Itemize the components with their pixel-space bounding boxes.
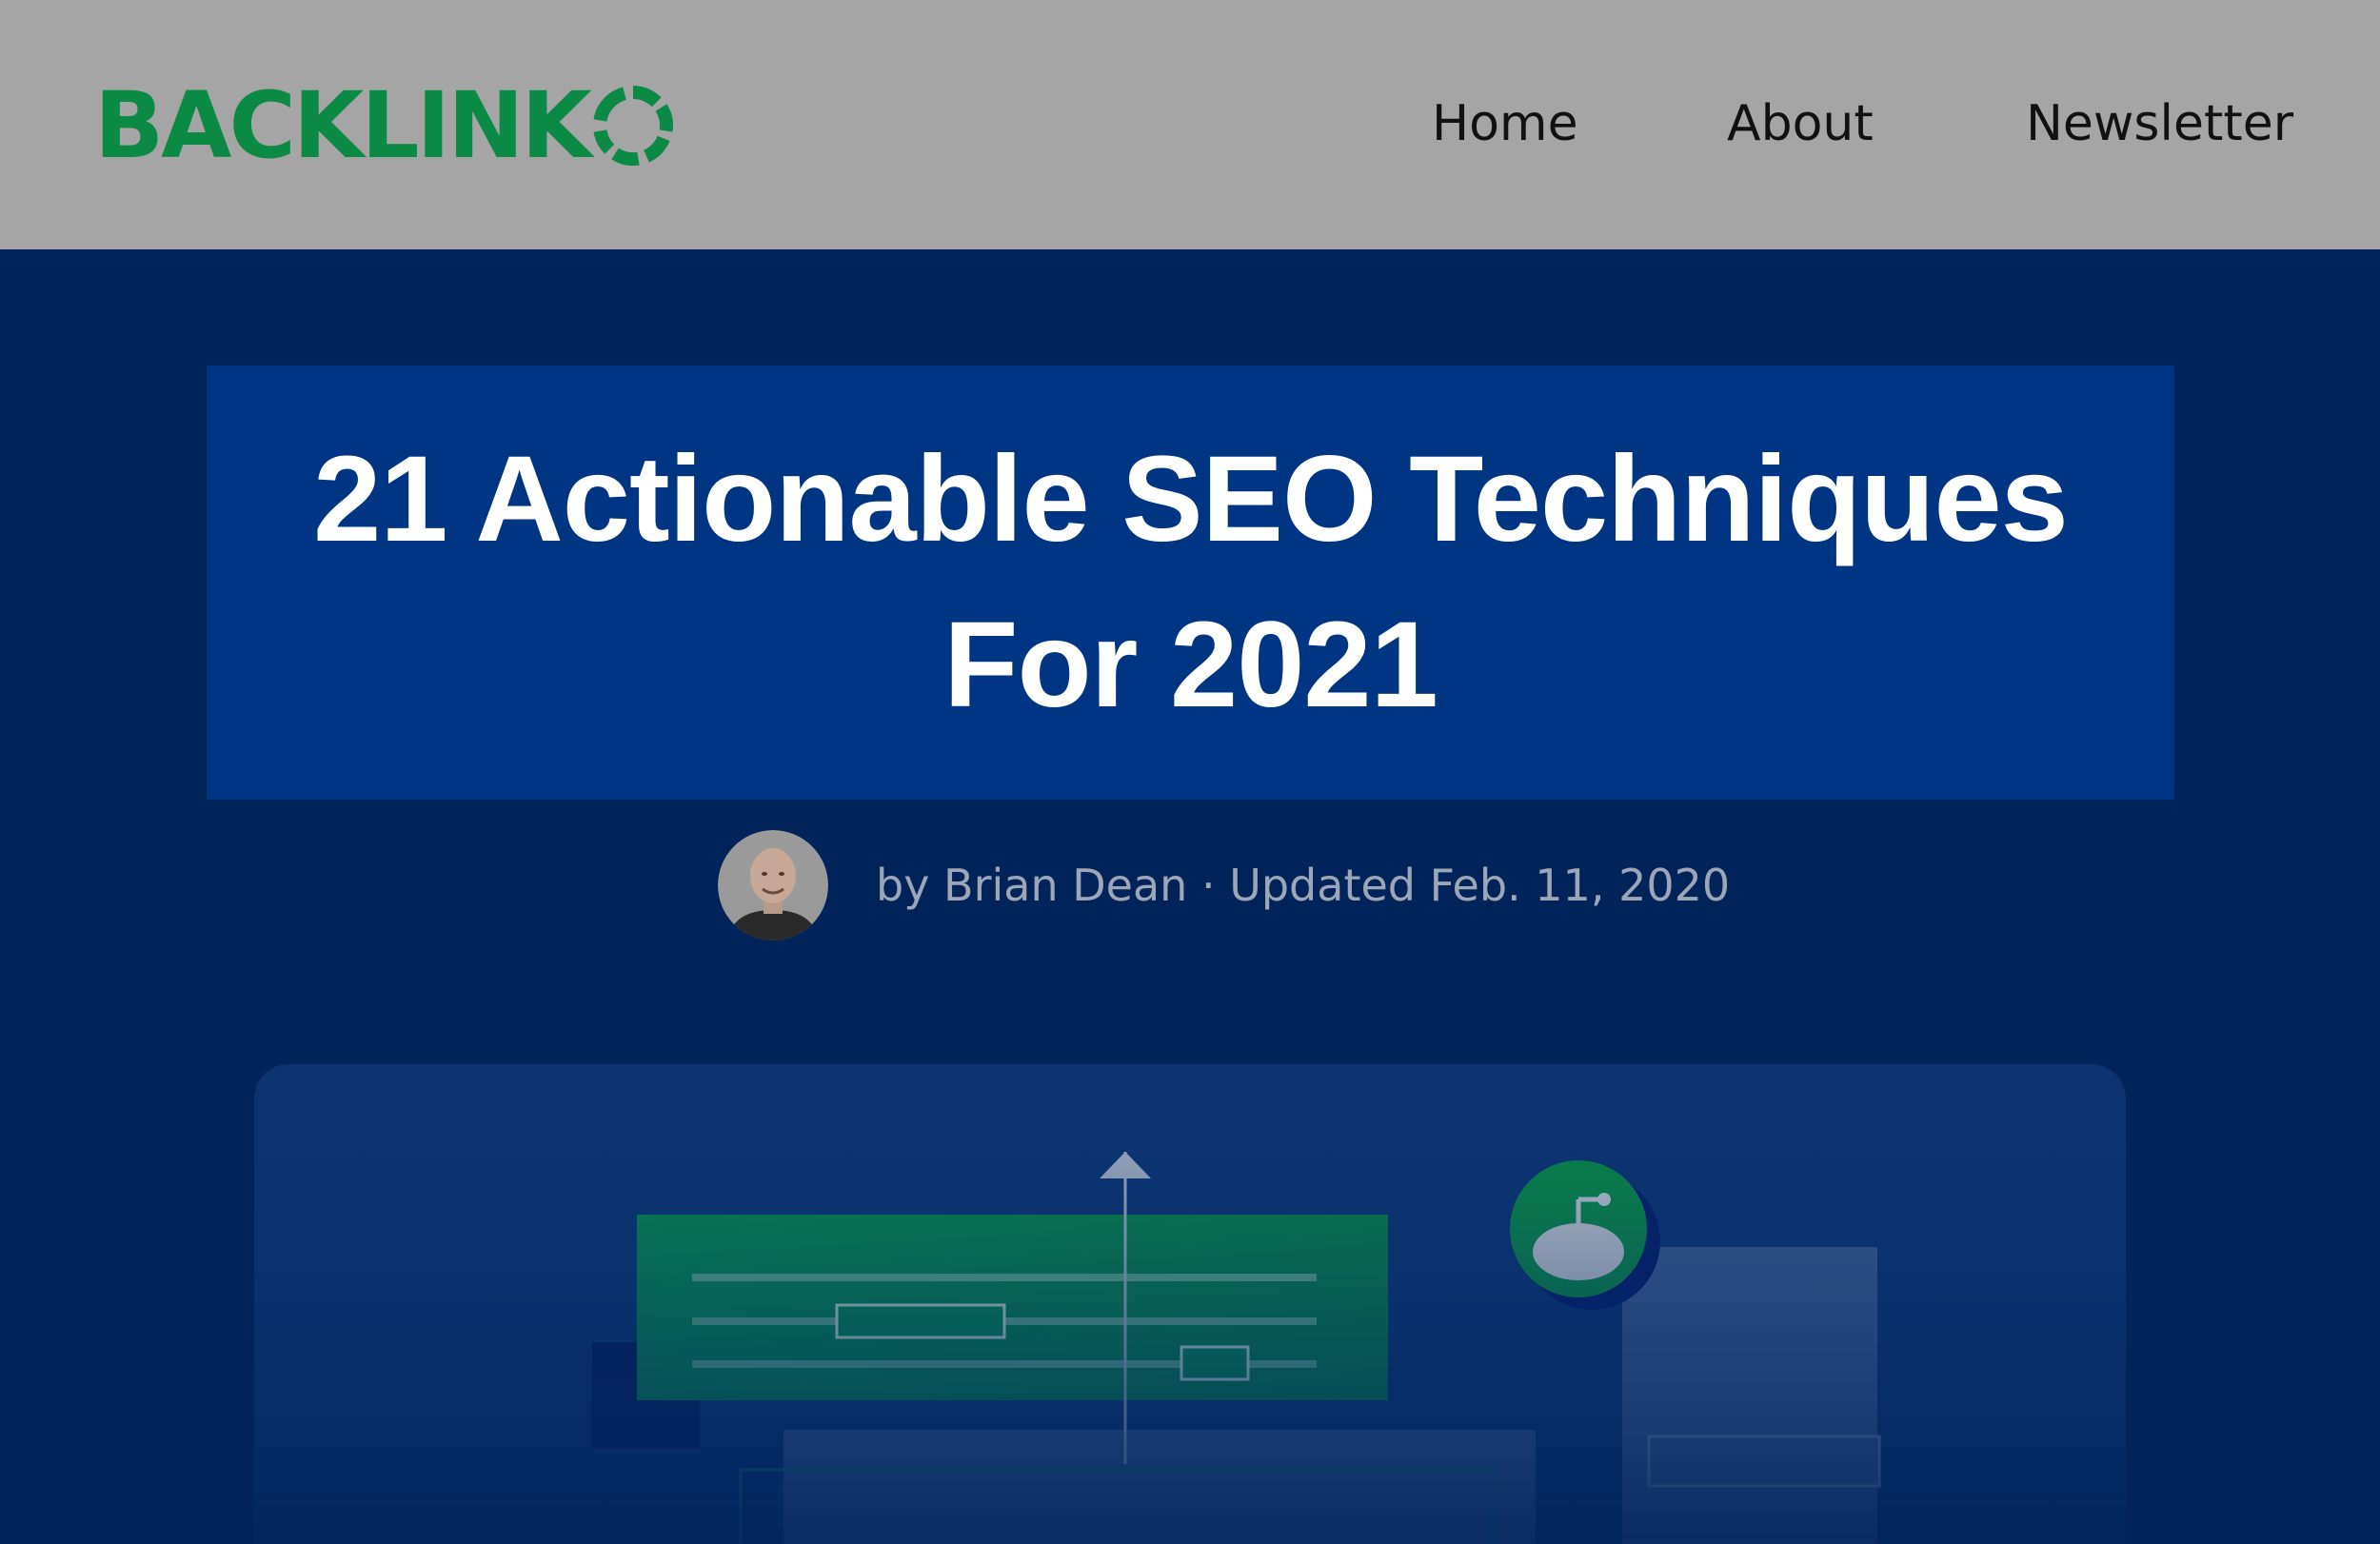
nav-about-link[interactable]: About <box>1727 90 1874 157</box>
seo-illustration <box>254 1064 2126 1544</box>
byline-text: by Brian Dean · Updated Feb. 11, 2020 <box>876 860 1731 911</box>
article-byline: by Brian Dean · Updated Feb. 11, 2020 <box>718 830 1730 940</box>
logo-wordmark: BACKLINK <box>94 72 592 179</box>
article-title-banner: 21 Actionable SEO Techniques For 2021 <box>207 366 2174 800</box>
author-avatar[interactable] <box>718 830 828 940</box>
site-header: BACKLINK Home About Newsletter <box>0 0 2380 249</box>
ring-o-icon <box>593 86 673 166</box>
nav-newsletter-link[interactable]: Newsletter <box>2026 90 2293 157</box>
nav-home-link[interactable]: Home <box>1432 90 1578 157</box>
backlinko-logo[interactable]: BACKLINK <box>94 72 673 179</box>
hero-illustration <box>254 1064 2126 1544</box>
article-title: 21 Actionable SEO Techniques For 2021 <box>313 431 2069 733</box>
